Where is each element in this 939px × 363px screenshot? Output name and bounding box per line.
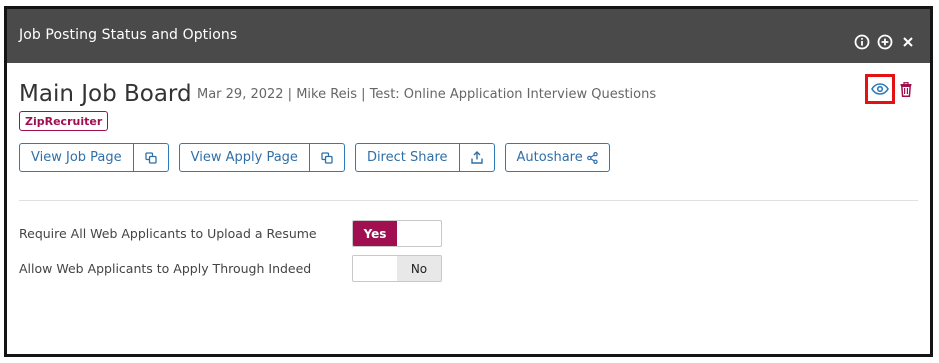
view-job-page-button[interactable]: View Job Page [20,144,133,171]
upload-icon [470,151,483,164]
job-meta: Mar 29, 2022 | Mike Reis | Test: Online … [197,87,657,102]
apply-through-indeed-toggle[interactable]: No [352,255,442,282]
view-job-page-group: View Job Page [19,143,169,172]
copy-apply-link-button[interactable] [308,144,344,171]
view-apply-page-group: View Apply Page [178,143,345,172]
require-resume-label: Require All Web Applicants to Upload a R… [19,226,317,241]
job-title: Main Job Board [19,81,192,107]
copy-job-link-button[interactable] [132,144,168,171]
add-icon[interactable] [876,33,893,50]
toggle-no[interactable]: No [397,256,441,281]
trash-icon [900,81,912,97]
board-tag: ZipRecruiter [19,111,109,131]
require-resume-toggle[interactable]: Yes [352,220,442,247]
copy-icon [144,151,157,164]
apply-through-indeed-label: Allow Web Applicants to Apply Through In… [19,261,312,276]
copy-icon [321,151,333,164]
autoshare-button[interactable]: Autoshare [504,143,610,172]
section-divider [19,200,918,201]
info-icon[interactable] [853,33,870,50]
dialog-title: Job Posting Status and Options [19,27,238,43]
share-icon [586,151,598,164]
toggle-on-segment[interactable] [353,256,397,281]
view-apply-page-button[interactable]: View Apply Page [180,144,309,171]
direct-share-group: Direct Share [354,143,495,172]
close-icon[interactable] [899,33,916,50]
direct-share-button[interactable]: Direct Share [356,144,459,171]
action-buttons: View Job Page View Apply Page Direct Sha… [19,143,610,172]
dialog-body: Main Job Board Mar 29, 2022 | Mike Reis … [7,63,930,354]
job-posting-dialog: Job Posting Status and Options Main Job … [4,6,933,357]
delete-button[interactable] [899,80,913,98]
eye-icon [871,83,889,95]
preview-button[interactable] [865,74,895,104]
autoshare-label: Autoshare [516,150,583,165]
upload-share-button[interactable] [458,144,494,171]
toggle-yes[interactable]: Yes [353,221,397,246]
dialog-header: Job Posting Status and Options [7,9,930,63]
toggle-off-segment[interactable] [397,221,441,246]
